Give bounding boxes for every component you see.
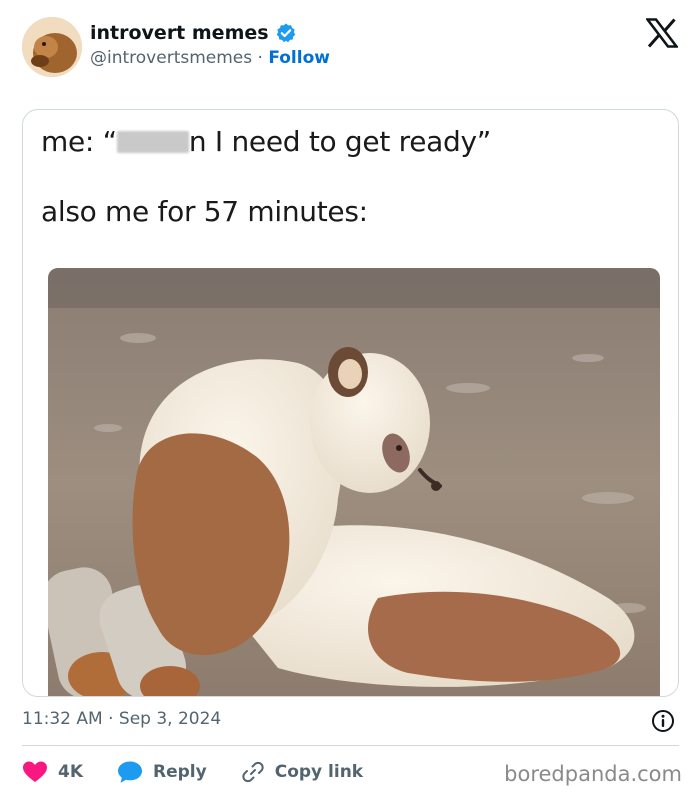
avatar[interactable] bbox=[22, 17, 82, 77]
verified-badge-icon bbox=[275, 22, 297, 44]
tweet-header: introvert memes @introvertsmemes · Follo… bbox=[0, 0, 700, 100]
handle[interactable]: @introvertsmemes bbox=[90, 48, 252, 68]
copy-link-button[interactable]: Copy link bbox=[241, 760, 363, 784]
link-icon bbox=[242, 761, 264, 783]
panda-photo-drawing bbox=[48, 268, 660, 696]
x-logo-icon[interactable] bbox=[644, 18, 680, 48]
reply-label: Reply bbox=[153, 762, 207, 782]
quoted-media-card[interactable]: me: “ n I need to get ready” also me for … bbox=[22, 109, 679, 697]
handle-separator: · bbox=[257, 48, 263, 68]
copy-link-label: Copy link bbox=[274, 762, 364, 782]
like-button[interactable]: 4K bbox=[22, 760, 83, 784]
caption-line-1: me: “ n I need to get ready” bbox=[41, 125, 491, 158]
caption-line-1-end: n I need to get ready” bbox=[188, 125, 491, 158]
watermark-credit: boredpanda.com bbox=[504, 762, 682, 786]
handle-row: @introvertsmemes · Follow bbox=[90, 48, 330, 68]
panda-photo[interactable] bbox=[48, 268, 660, 696]
like-count: 4K bbox=[58, 762, 84, 782]
follow-button[interactable]: Follow bbox=[268, 48, 330, 68]
action-bar: 4K Reply Copy link bbox=[22, 756, 397, 788]
reply-button[interactable]: Reply bbox=[117, 760, 207, 784]
heart-icon bbox=[23, 761, 47, 782]
caption-line-2: also me for 57 minutes: bbox=[41, 195, 368, 228]
display-name[interactable]: introvert memes bbox=[90, 22, 269, 44]
tweet-timestamp[interactable]: 11:32 AM · Sep 3, 2024 bbox=[22, 709, 221, 729]
censored-word-blur bbox=[116, 131, 189, 153]
info-icon[interactable] bbox=[651, 709, 675, 733]
caption-line-1-start: me: “ bbox=[41, 125, 117, 158]
divider bbox=[22, 745, 679, 746]
reply-bubble-icon bbox=[118, 761, 143, 783]
avatar-image bbox=[22, 17, 82, 77]
name-row: introvert memes bbox=[90, 22, 297, 44]
